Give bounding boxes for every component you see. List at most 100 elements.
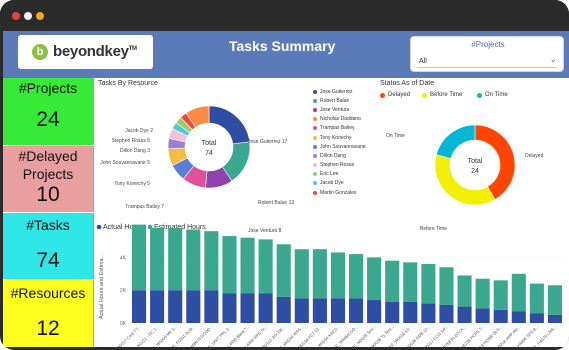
bar-estimated-hours[interactable] (330, 252, 346, 299)
slice-data-label: Dillon Dang 3 (120, 148, 150, 154)
close-window-icon[interactable] (12, 12, 20, 20)
slice-on-time[interactable] (435, 124, 476, 159)
bar-estimated-hours[interactable] (222, 236, 237, 294)
bar-actual-hours[interactable] (547, 314, 563, 323)
bar-estimated-hours[interactable] (186, 229, 201, 291)
bar-actual-hours[interactable] (258, 293, 273, 323)
legend-label: Jose Ventura (320, 106, 350, 113)
bar-estimated-hours[interactable] (421, 263, 436, 304)
bar-actual-hours[interactable] (222, 293, 237, 323)
slice-data-label: Delayed (525, 153, 544, 159)
bar-actual-hours[interactable] (529, 313, 544, 323)
donut-center-value: 74 (205, 150, 213, 157)
bar-actual-hours[interactable] (385, 301, 400, 323)
chevron-down-icon[interactable]: ⌄ (549, 54, 557, 65)
bar-actual-hours[interactable] (240, 293, 255, 323)
y-tick-label: 2K (120, 288, 127, 294)
bar-estimated-hours[interactable] (511, 273, 526, 312)
window-titlebar (0, 0, 569, 31)
bar-actual-hours[interactable] (150, 290, 165, 323)
report-canvas: b beyondkeyTM Tasks Summary #Projects Al… (3, 31, 569, 347)
legend-label: Tony Konechy (320, 134, 352, 141)
legend-label: Eric Lee (320, 171, 339, 178)
bar-estimated-hours[interactable] (258, 239, 273, 294)
slicer-selected-value[interactable]: All (419, 58, 427, 65)
bar-estimated-hours[interactable] (385, 260, 400, 302)
legend-label: Nicholas Daddario (320, 116, 361, 123)
legend-swatch (313, 135, 317, 140)
bar-actual-hours[interactable] (403, 301, 418, 323)
legend-item-jose-gutierrez[interactable]: Jose Gutierrez (313, 87, 366, 96)
legend-item-jose-ventura[interactable]: Jose Ventura (313, 105, 366, 114)
bar-actual-hours[interactable] (511, 311, 526, 323)
bar-estimated-hours[interactable] (348, 254, 364, 299)
kpi-card-resources[interactable]: #Resources 12 (3, 280, 94, 347)
bar-estimated-hours[interactable] (403, 262, 418, 302)
legend-label: Stephen Rosas (320, 162, 355, 169)
kpi-card-delayed-projects[interactable]: #Delayed Projects 10 (3, 146, 94, 212)
bar-actual-hours[interactable] (186, 290, 201, 323)
legend-item-on-time[interactable]: On Time (477, 92, 508, 98)
bar-actual-hours[interactable] (294, 298, 309, 323)
bar-actual-hours[interactable] (421, 303, 436, 323)
legend-swatch (313, 163, 317, 168)
legend-item-john-souvannavane[interactable]: John Souvannavane (313, 142, 366, 151)
bar-estimated-hours[interactable] (367, 257, 382, 301)
legend-item-trampas-bailey[interactable]: Trampas Bailey (313, 124, 366, 133)
legend-item-before-time[interactable]: Before Time (422, 92, 462, 98)
legend-item-eric-lee[interactable]: Eric Lee (313, 170, 366, 179)
minimize-window-icon[interactable] (24, 12, 32, 20)
bar-estimated-hours[interactable] (131, 224, 147, 291)
kpi-value: 12 (36, 317, 60, 340)
legend-item-martin-gonzales[interactable]: Martin Gonzales (313, 188, 366, 197)
resource-donut-chart[interactable]: Total 74 Jose Gutierrez 17 Robert Balue 13 J… (98, 88, 313, 240)
kpi-card-projects[interactable]: #Projects 24 (3, 78, 94, 145)
bar-estimated-hours[interactable] (204, 231, 219, 291)
maximize-window-icon[interactable] (36, 12, 44, 20)
bar-estimated-hours[interactable] (457, 275, 472, 307)
bar-actual-hours[interactable] (348, 298, 364, 323)
bar-estimated-hours[interactable] (493, 280, 508, 310)
bar-actual-hours[interactable] (204, 290, 219, 323)
bar-actual-hours[interactable] (367, 300, 382, 323)
bar-estimated-hours[interactable] (475, 278, 490, 309)
bar-estimated-hours[interactable] (439, 267, 454, 305)
bar-estimated-hours[interactable] (547, 285, 563, 315)
bar-actual-hours[interactable] (330, 298, 346, 323)
resource-chart-title: Tasks By Resource (98, 80, 158, 87)
hours-bar-chart[interactable]: Actual Hours Estimated HoursActual Hours … (94, 221, 569, 347)
bar-estimated-hours[interactable] (294, 249, 309, 299)
bar-estimated-hours[interactable] (168, 227, 183, 291)
legend-item-tony-konechy[interactable]: Tony Konechy (313, 133, 366, 142)
bar-actual-hours[interactable] (312, 298, 327, 323)
bar-actual-hours[interactable] (168, 290, 183, 323)
bar-actual-hours[interactable] (131, 290, 147, 323)
bar-estimated-hours[interactable] (529, 283, 544, 314)
legend-swatch (313, 117, 317, 122)
bar-estimated-hours[interactable] (150, 227, 165, 291)
logo-trademark: TM (128, 46, 137, 52)
bar-actual-hours[interactable] (439, 304, 454, 323)
bar-actual-hours[interactable] (475, 308, 490, 323)
bar-actual-hours[interactable] (493, 309, 508, 323)
kpi-card-tasks[interactable]: #Tasks 74 (3, 213, 94, 279)
bar-estimated-hours[interactable] (312, 249, 327, 299)
legend-item-dillon-dang[interactable]: Dillon Dang (313, 151, 366, 160)
logo-wordmark: beyondkey (53, 43, 129, 60)
y-tick-label: 0K (120, 321, 127, 327)
legend-item-robert-balue[interactable]: Robert Balue (313, 96, 366, 105)
bar-actual-hours[interactable] (457, 306, 472, 323)
slice-jose-gutierrez[interactable] (208, 105, 251, 145)
slice-before-time[interactable] (434, 154, 496, 206)
browser-frame: b beyondkeyTM Tasks Summary #Projects Al… (0, 0, 569, 350)
legend-swatch (313, 190, 317, 195)
bar-estimated-hours[interactable] (276, 244, 291, 297)
legend-item-delayed[interactable]: Delayed (380, 92, 410, 98)
bar-estimated-hours[interactable] (240, 237, 255, 294)
legend-item-nicholas-daddario[interactable]: Nicholas Daddario (313, 115, 366, 124)
projects-slicer[interactable]: #Projects All ⌄ (410, 36, 564, 72)
bar-actual-hours[interactable] (276, 296, 291, 323)
legend-item-jacob-dye[interactable]: Jacob Dye (313, 179, 366, 188)
legend-item-stephen-rosas[interactable]: Stephen Rosas (313, 161, 366, 170)
kpi-label: #Projects (18, 80, 78, 96)
